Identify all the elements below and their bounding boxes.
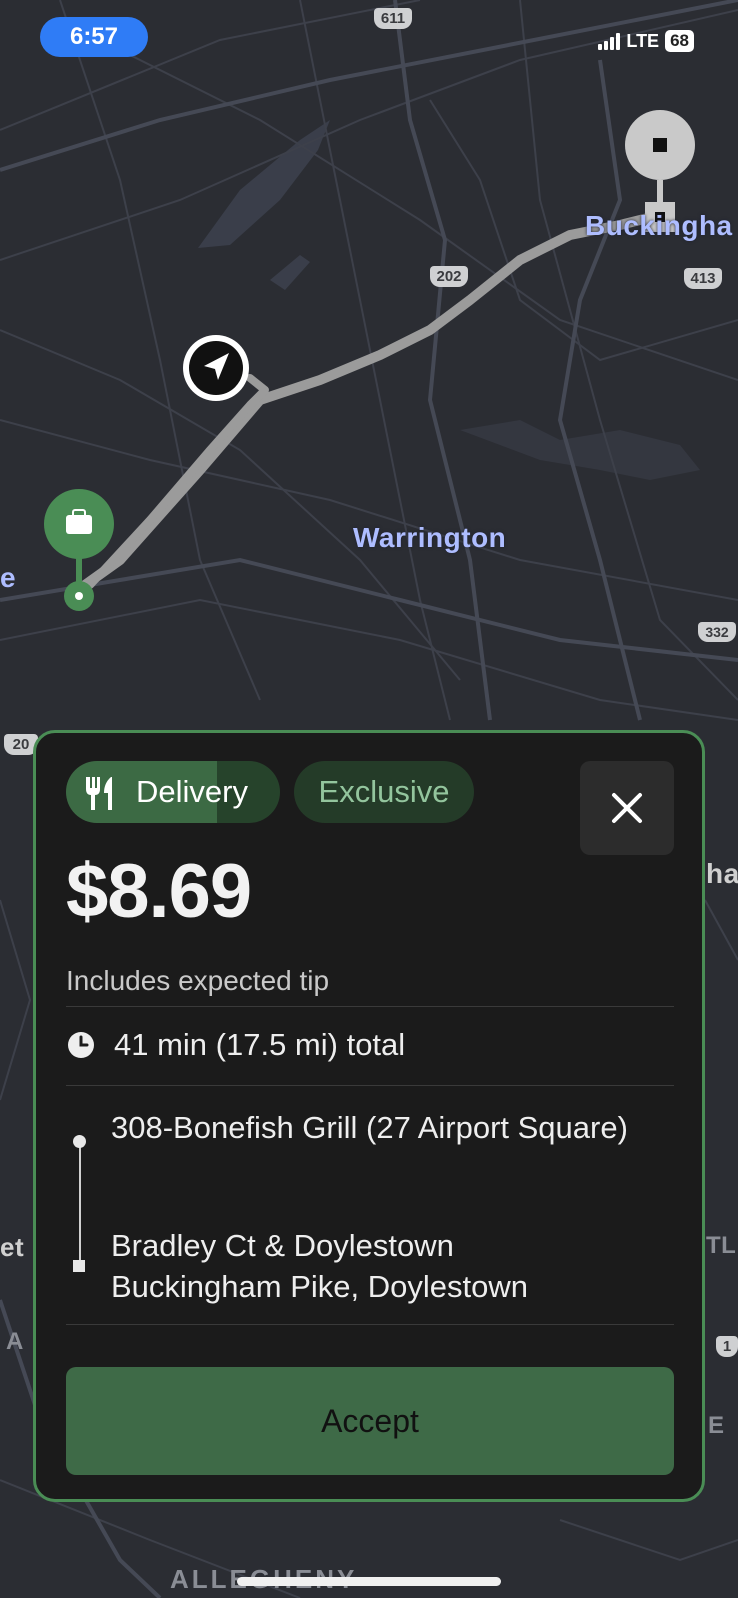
map-fragment-right-2: TL [706, 1232, 737, 1259]
exclusive-badge: Exclusive [294, 761, 474, 823]
map-label-buckingham: Buckingha [585, 210, 733, 241]
network-label: LTE [626, 30, 660, 51]
map-fragment-right-3: E [708, 1412, 725, 1439]
dropoff-location: Bradley Ct & Doylestown Buckingham Pike,… [111, 1228, 528, 1304]
signal-icon [598, 32, 621, 50]
map-fragment-left: e [0, 562, 17, 593]
map-fragment-right: ha [706, 858, 738, 889]
route-shield-202: 202 [430, 266, 468, 287]
duration-row: 41 min (17.5 mi) total [66, 1027, 405, 1063]
map-fragment-left-3: A [6, 1328, 24, 1355]
close-icon [612, 793, 642, 823]
status-time: 6:57 [40, 17, 148, 57]
divider [66, 1324, 674, 1325]
fork-knife-icon [86, 777, 112, 810]
route-shield-611: 611 [374, 8, 412, 29]
current-location-icon [183, 335, 249, 401]
offer-price: $8.69 [66, 849, 252, 934]
accept-button[interactable]: Accept [66, 1367, 674, 1475]
battery-icon: 68 [665, 30, 694, 52]
route-connector [79, 1136, 81, 1264]
close-button[interactable] [580, 761, 674, 855]
home-indicator[interactable] [237, 1577, 501, 1586]
offer-card: Delivery Exclusive $8.69 Includes expect… [33, 730, 705, 1502]
price-note: Includes expected tip [66, 965, 330, 996]
route-shield-413: 413 [684, 268, 722, 289]
map-label-warrington: Warrington [353, 522, 507, 553]
map-fragment-left-2: et [0, 1232, 25, 1262]
pickup-location: 308-Bonefish Grill (27 Airport Square) [111, 1110, 628, 1145]
status-indicators: LTE 68 [598, 30, 694, 52]
divider [66, 1085, 674, 1086]
clock-icon [68, 1032, 94, 1058]
trip-duration: 41 min (17.5 mi) total [114, 1027, 406, 1062]
route-shield-fragment: 1 [716, 1336, 738, 1357]
divider [66, 1006, 674, 1007]
dropoff-square-icon [73, 1260, 85, 1272]
delivery-label: Delivery [136, 774, 248, 809]
route-shield-332: 332 [698, 622, 736, 642]
pickup-dot-icon [73, 1135, 86, 1148]
delivery-chip: Delivery [66, 761, 280, 823]
